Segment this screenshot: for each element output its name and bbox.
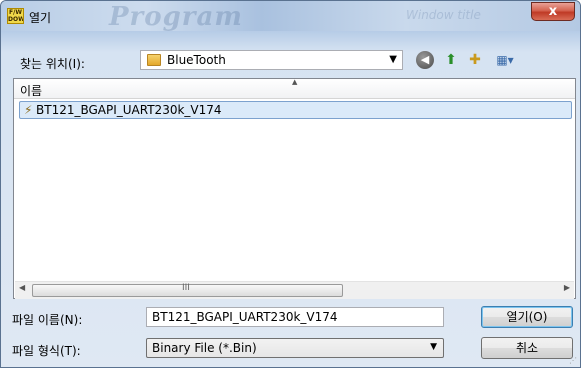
title-bar[interactable]: Program Window title F/W DOWN 열기 x (1, 1, 580, 32)
file-name: BT121_BGAPI_UART230k_V174 (36, 103, 222, 117)
open-file-dialog: Program Window title F/W DOWN 열기 x 찾는 위치… (0, 0, 581, 368)
scroll-left-icon[interactable]: ◀ (19, 283, 25, 292)
up-folder-icon[interactable]: ⬆ (442, 51, 460, 69)
window-title: 열기 (29, 11, 52, 25)
sort-ascending-icon: ▲ (292, 78, 298, 86)
file-type-select[interactable]: Binary File (*.Bin) ▼ (146, 338, 444, 358)
column-header-name[interactable]: 이름 ▲ (14, 78, 575, 99)
scroll-right-icon[interactable]: ▶ (564, 283, 570, 292)
look-in-label: 찾는 위치(I): (20, 57, 85, 71)
column-header-label: 이름 (20, 84, 43, 98)
open-button[interactable]: 열기(O) (481, 306, 573, 328)
resize-grip-icon[interactable]: ⋰ (569, 356, 577, 365)
look-in-combo[interactable]: BlueTooth ▼ (140, 50, 403, 70)
folder-icon (147, 54, 161, 66)
back-icon[interactable]: ◀ (416, 51, 434, 69)
chevron-down-icon[interactable]: ▼ (430, 342, 437, 352)
file-type-label: 파일 형식(T): (12, 344, 81, 358)
title-watermark: Program (109, 2, 243, 32)
file-row[interactable]: ⚡ BT121_BGAPI_UART230k_V174 (19, 101, 572, 119)
new-folder-icon[interactable]: ✚ (466, 51, 484, 69)
view-menu-icon[interactable]: ▦▾ (491, 51, 519, 69)
horizontal-scrollbar[interactable]: ◀ III ▶ (15, 281, 574, 299)
file-type-value: Binary File (*.Bin) (152, 341, 257, 355)
cancel-button[interactable]: 취소 (481, 337, 573, 359)
chevron-down-icon[interactable]: ▼ (389, 54, 397, 65)
close-button[interactable]: x (531, 2, 575, 21)
scrollbar-grip: III (182, 283, 190, 293)
app-icon: F/W DOWN (7, 8, 24, 24)
file-list[interactable]: 이름 ▲ ⚡ BT121_BGAPI_UART230k_V174 ◀ III ▶ (13, 78, 576, 299)
file-name-input[interactable]: BT121_BGAPI_UART230k_V174 (146, 307, 444, 327)
file-name-label: 파일 이름(N): (12, 313, 83, 327)
title-watermark-secondary: Window title (406, 8, 481, 22)
file-name-value: BT121_BGAPI_UART230k_V174 (152, 310, 338, 324)
scrollbar-thumb[interactable]: III (32, 283, 343, 297)
look-in-value: BlueTooth (167, 53, 226, 67)
firmware-file-icon: ⚡ (24, 103, 33, 117)
